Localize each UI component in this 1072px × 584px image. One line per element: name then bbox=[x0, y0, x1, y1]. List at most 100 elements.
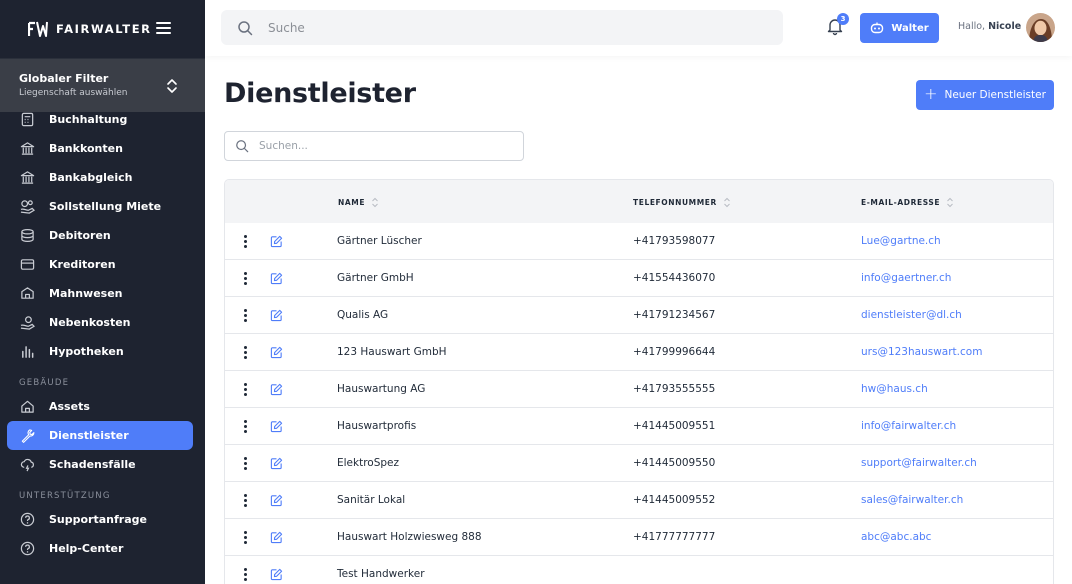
table-row[interactable]: Hauswartung AG +41793555555 hw@haus.ch bbox=[225, 371, 1053, 408]
greeting-text: Hallo, bbox=[958, 21, 986, 32]
edit-icon[interactable] bbox=[270, 531, 283, 544]
table-header: NAME TELEFONNUMMER E-MAIL-ADRESSE bbox=[225, 180, 1053, 223]
cell-email[interactable]: dienstleister@dl.ch bbox=[861, 309, 962, 321]
service-provider-table: NAME TELEFONNUMMER E-MAIL-ADRESSE Gärtne… bbox=[224, 179, 1054, 584]
sidebar-item-mahnwesen[interactable]: Mahnwesen bbox=[0, 279, 205, 308]
sidebar-item-nebenkosten[interactable]: Nebenkosten bbox=[0, 308, 205, 337]
sort-icon bbox=[724, 197, 730, 208]
more-actions-icon[interactable] bbox=[243, 457, 247, 470]
sidebar-item-bankabgleich[interactable]: Bankabgleich bbox=[0, 163, 205, 192]
nav-section-unterstuetzung: UNTERSTÜTZUNG bbox=[19, 491, 111, 501]
more-actions-icon[interactable] bbox=[243, 568, 247, 581]
table-search-input[interactable] bbox=[259, 140, 509, 152]
user-avatar-image bbox=[1026, 13, 1055, 42]
more-actions-icon[interactable] bbox=[243, 383, 247, 396]
table-row[interactable]: Qualis AG +41791234567 dienstleister@dl.ch bbox=[225, 297, 1053, 334]
avatar[interactable] bbox=[1026, 13, 1055, 42]
home-icon bbox=[21, 400, 34, 413]
sidebar-item-kreditoren[interactable]: Kreditoren bbox=[0, 250, 205, 279]
cell-email[interactable]: info@gaertner.ch bbox=[861, 272, 951, 284]
reminder-icon bbox=[21, 287, 34, 299]
column-header-email[interactable]: E-MAIL-ADRESSE bbox=[861, 197, 954, 208]
cell-phone: +41793598077 bbox=[633, 235, 716, 247]
column-header-phone[interactable]: TELEFONNUMMER bbox=[633, 197, 731, 208]
sidebar-item-label: Bankkonten bbox=[49, 142, 123, 155]
global-filter[interactable]: Globaler Filter Liegenschaft auswählen bbox=[0, 58, 205, 112]
sidebar-item-hypotheken[interactable]: Hypotheken bbox=[0, 337, 205, 366]
cell-email[interactable]: Lue@gartne.ch bbox=[861, 235, 941, 247]
table-row[interactable]: ElektroSpez +41445009550 support@fairwalte… bbox=[225, 445, 1053, 482]
cell-name: Sanitär Lokal bbox=[337, 494, 406, 506]
edit-icon[interactable] bbox=[270, 235, 283, 248]
edit-icon[interactable] bbox=[270, 457, 283, 470]
cell-email[interactable]: urs@123hauswart.com bbox=[861, 346, 982, 358]
sidebar-nav: Buchhaltung Bankkonten Bankabgleich Soll… bbox=[0, 105, 205, 563]
edit-icon[interactable] bbox=[270, 420, 283, 433]
cell-email[interactable]: abc@abc.abc bbox=[861, 531, 931, 543]
more-actions-icon[interactable] bbox=[243, 494, 247, 507]
more-actions-icon[interactable] bbox=[243, 235, 247, 248]
brand-name: FAIRWALTER bbox=[56, 22, 152, 36]
more-actions-icon[interactable] bbox=[243, 346, 247, 359]
edit-icon[interactable] bbox=[270, 272, 283, 285]
new-service-provider-button[interactable]: + Neuer Dienstleister bbox=[916, 80, 1054, 110]
sidebar-item-supportanfrage[interactable]: Supportanfrage bbox=[0, 505, 205, 534]
cell-phone: +41445009550 bbox=[633, 457, 716, 469]
edit-icon[interactable] bbox=[270, 494, 283, 507]
credit-card-icon bbox=[20, 259, 35, 270]
edit-icon[interactable] bbox=[270, 568, 283, 581]
sort-icon bbox=[947, 197, 953, 208]
sidebar-item-bankkonten[interactable]: Bankkonten bbox=[0, 134, 205, 163]
sidebar-item-label: Sollstellung Miete bbox=[49, 200, 162, 213]
more-actions-icon[interactable] bbox=[243, 531, 247, 544]
cell-phone: +41793555555 bbox=[633, 383, 716, 395]
notification-badge: 3 bbox=[837, 13, 849, 25]
cell-email[interactable]: support@fairwalter.ch bbox=[861, 457, 977, 469]
column-header-name[interactable]: NAME bbox=[338, 197, 379, 208]
sidebar-item-sollstellung-miete[interactable]: Sollstellung Miete bbox=[0, 192, 205, 221]
sidebar-item-label: Help-Center bbox=[49, 542, 124, 555]
cell-email[interactable]: sales@fairwalter.ch bbox=[861, 494, 963, 506]
sidebar-item-label: Nebenkosten bbox=[49, 316, 131, 329]
sidebar-item-assets[interactable]: Assets bbox=[0, 392, 205, 421]
table-row[interactable]: 123 Hauswart GmbH +41799996644 urs@123haus… bbox=[225, 334, 1053, 371]
walter-button-label: Walter bbox=[891, 22, 929, 34]
more-actions-icon[interactable] bbox=[243, 272, 247, 285]
sidebar-item-debitoren[interactable]: Debitoren bbox=[0, 221, 205, 250]
menu-toggle-icon[interactable] bbox=[156, 22, 171, 34]
wrench-icon bbox=[21, 429, 35, 443]
edit-icon[interactable] bbox=[270, 383, 283, 396]
cell-name: Hauswartprofis bbox=[337, 420, 417, 432]
column-phone-label: TELEFONNUMMER bbox=[633, 198, 717, 207]
more-actions-icon[interactable] bbox=[243, 420, 247, 433]
user-name: Nicole bbox=[988, 21, 1022, 32]
table-row[interactable]: Sanitär Lokal +41445009552 sales@fairwalte… bbox=[225, 482, 1053, 519]
table-row[interactable]: Test Handwerker bbox=[225, 556, 1053, 584]
table-row[interactable]: Hauswartprofis +41445009551 info@fairwalte… bbox=[225, 408, 1053, 445]
edit-icon[interactable] bbox=[270, 309, 283, 322]
cell-name: Gärtner Lüscher bbox=[337, 235, 422, 247]
sidebar-item-label: Dienstleister bbox=[49, 429, 129, 442]
global-search[interactable] bbox=[221, 10, 783, 45]
sidebar-item-label: Schadensfälle bbox=[49, 458, 136, 471]
sidebar-item-schadensfaelle[interactable]: Schadensfälle bbox=[0, 450, 205, 479]
bar-chart-icon bbox=[22, 346, 34, 358]
fairwalter-logo-icon bbox=[28, 21, 48, 37]
table-search[interactable] bbox=[224, 131, 524, 161]
walter-assistant-button[interactable]: Walter bbox=[860, 13, 939, 43]
bank-icon bbox=[20, 142, 35, 155]
sidebar-item-dienstleister[interactable]: Dienstleister bbox=[7, 421, 193, 450]
edit-icon[interactable] bbox=[270, 346, 283, 359]
cell-email[interactable]: info@fairwalter.ch bbox=[861, 420, 956, 432]
more-actions-icon[interactable] bbox=[243, 309, 247, 322]
logo[interactable]: FAIRWALTER bbox=[28, 20, 152, 38]
sidebar-item-help-center[interactable]: Help-Center bbox=[0, 534, 205, 563]
storm-cloud-icon bbox=[20, 458, 34, 472]
global-search-input[interactable] bbox=[268, 20, 748, 35]
table-row[interactable]: Gärtner Lüscher +41793598077 Lue@gartne.ch bbox=[225, 223, 1053, 260]
cell-name: Gärtner GmbH bbox=[337, 272, 414, 284]
table-row[interactable]: Hauswart Holzwiesweg 888 +41777777777 abc@… bbox=[225, 519, 1053, 556]
cell-email[interactable]: hw@haus.ch bbox=[861, 383, 928, 395]
notifications-button[interactable]: 3 bbox=[825, 13, 849, 36]
table-row[interactable]: Gärtner GmbH +41554436070 info@gaertner.ch bbox=[225, 260, 1053, 297]
